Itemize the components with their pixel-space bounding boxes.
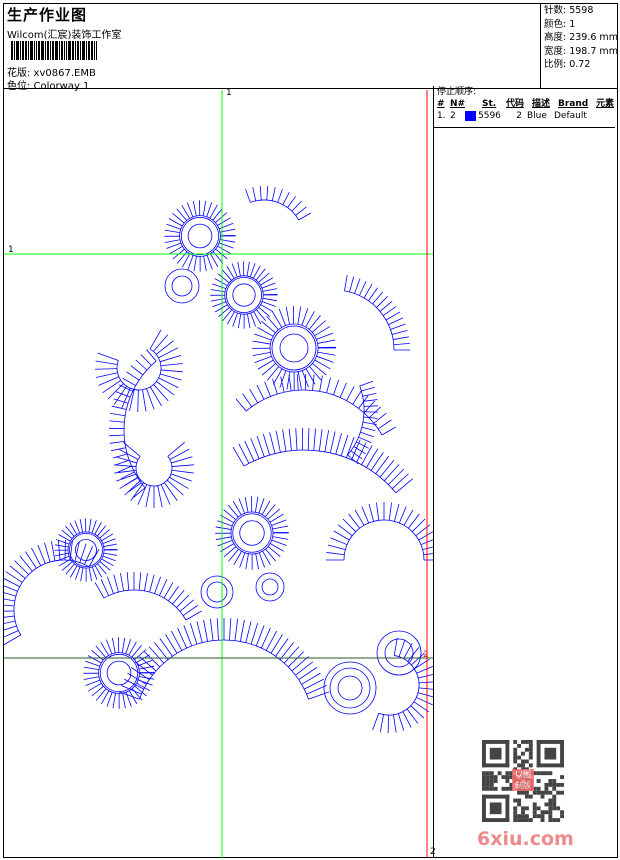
row-brand: Default: [554, 111, 587, 121]
col-n: N#: [450, 99, 466, 109]
guide-label-v1: 1: [226, 88, 232, 98]
col-element: 元素: [596, 99, 615, 109]
row-n: 2: [450, 111, 456, 121]
row-num: 1.: [437, 111, 446, 121]
color-swatch: [465, 110, 478, 122]
color-count: 颜色: 1: [544, 18, 576, 30]
guide-label-h2: 2: [423, 650, 429, 660]
embroidery-design: [4, 90, 433, 858]
guide-label-v2: 2: [430, 847, 436, 857]
watermark-site: 6xiu.com: [477, 828, 574, 850]
col-st: St.: [482, 99, 497, 109]
design-info: 针数: 5598 颜色: 1 高度: 239.6 mm 宽度: 198.7 mm…: [540, 3, 618, 89]
design-scale: 比例: 0.72: [544, 59, 591, 70]
design-width: 宽度: 198.7 mm: [544, 45, 618, 57]
row-desc: Blue: [527, 111, 547, 121]
col-brand: Brand: [558, 99, 589, 109]
divider: [433, 128, 434, 858]
stitch-count: 针数: 5598: [544, 5, 594, 16]
design-height: 高度: 239.6 mm: [544, 32, 618, 43]
company-name: Wilcom(汇宸)装饰工作室: [7, 30, 122, 41]
col-code: 代码: [506, 99, 525, 109]
stop-order-table: 停止顺序: # N# St. 代码 描述 Brand 元素 1. 2 5596 …: [433, 86, 615, 128]
guide-label-h1: 1: [8, 245, 14, 255]
stop-order-title: 停止顺序:: [437, 87, 477, 97]
col-desc: 描述: [532, 99, 551, 109]
table-header: # N# St. 代码 描述 Brand 元素: [437, 98, 615, 110]
barcode: [11, 41, 133, 60]
col-num: #: [437, 99, 445, 109]
header: 生产作业图 Wilcom(汇宸)装饰工作室 花版: xv0867.EMB 色位:…: [3, 3, 618, 92]
table-row[interactable]: 1. 2 5596 2 Blue Default: [437, 110, 615, 122]
row-stitches: 5596: [478, 111, 501, 121]
embroidery-stitches: [4, 186, 433, 733]
watermark-stamp: 以图制版: [512, 769, 534, 791]
row-code: 2: [516, 111, 522, 121]
page-title: 生产作业图: [7, 6, 88, 24]
